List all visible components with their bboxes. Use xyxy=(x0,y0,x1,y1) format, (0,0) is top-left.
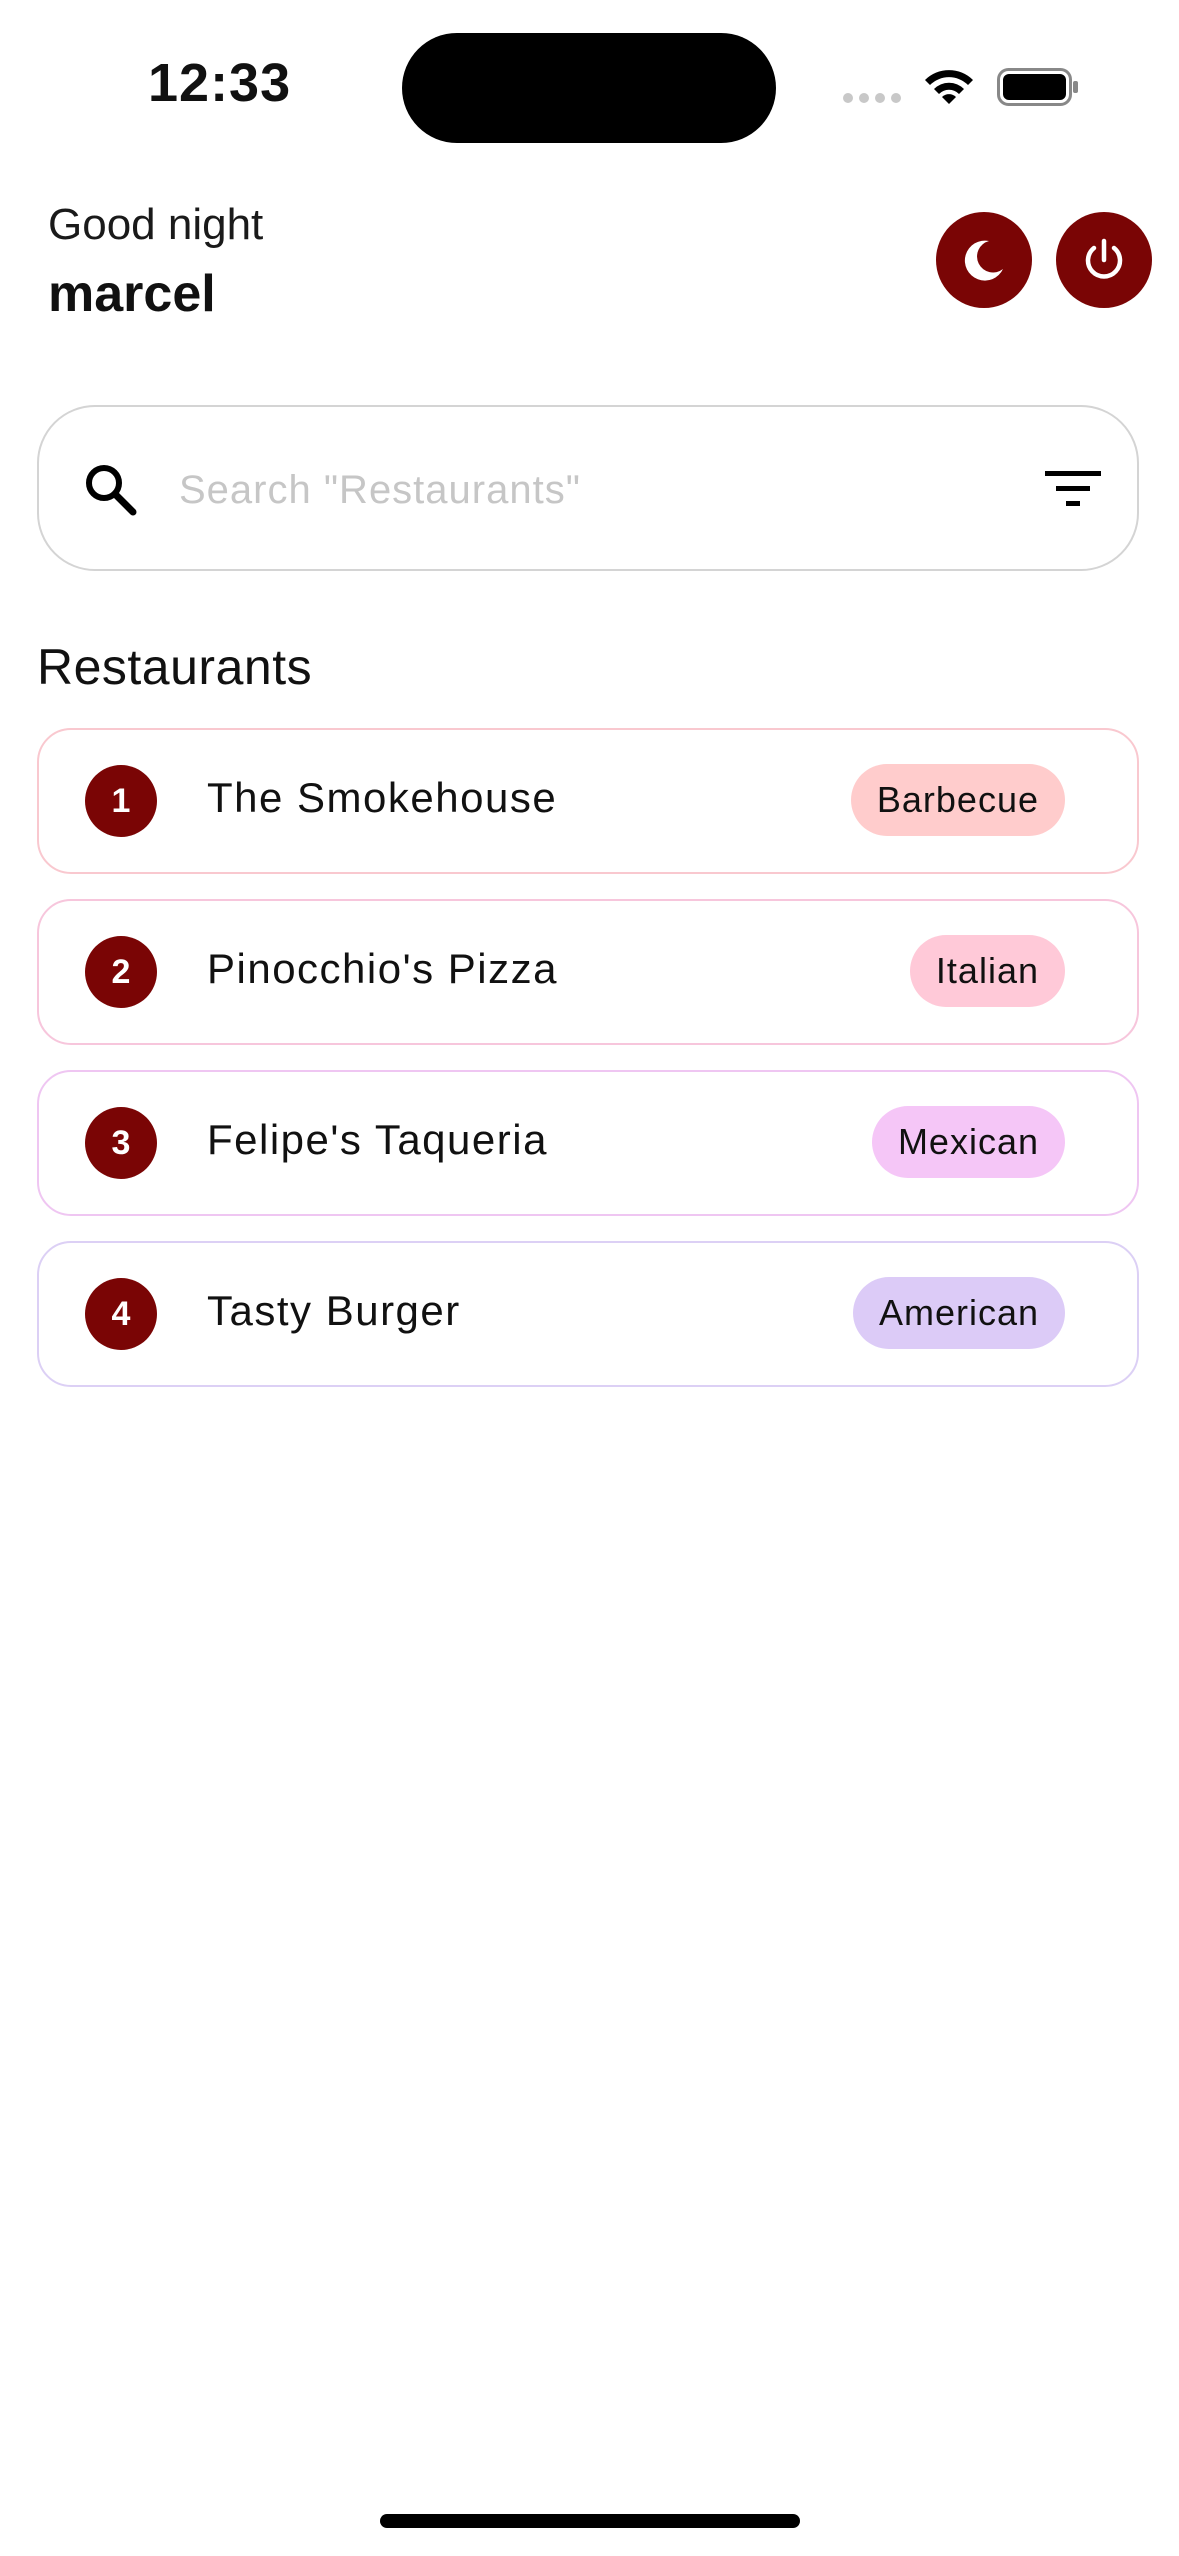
dynamic-island xyxy=(402,33,776,143)
restaurant-name: Felipe's Taqueria xyxy=(207,1116,548,1163)
cellular-signal-icon xyxy=(843,93,901,103)
restaurant-name: Pinocchio's Pizza xyxy=(207,945,558,992)
rank-badge: 3 xyxy=(85,1107,157,1179)
rank-badge: 2 xyxy=(85,936,157,1008)
power-icon xyxy=(1085,238,1123,279)
theme-toggle-button[interactable] xyxy=(936,212,1032,308)
wifi-icon xyxy=(925,70,973,104)
section-title: Restaurants xyxy=(37,639,313,695)
restaurant-card[interactable]: 3 Felipe's Taqueria Mexican xyxy=(37,1070,1139,1216)
greeting-text: Good night xyxy=(48,200,264,249)
cuisine-tag: American xyxy=(852,1277,1065,1349)
restaurant-name: The Smokehouse xyxy=(207,774,558,821)
restaurant-list: 1 The Smokehouse Barbecue 2 Pinocchio's … xyxy=(37,728,1139,1412)
moon-icon xyxy=(964,240,1003,281)
status-time: 12:33 xyxy=(148,53,292,113)
logout-button[interactable] xyxy=(1056,212,1152,308)
search-input[interactable] xyxy=(179,457,1019,523)
home-indicator[interactable] xyxy=(380,2514,800,2528)
restaurant-card[interactable]: 1 The Smokehouse Barbecue xyxy=(37,728,1139,874)
cuisine-tag: Barbecue xyxy=(850,764,1065,836)
search-bar[interactable] xyxy=(37,405,1139,571)
rank-badge: 1 xyxy=(85,765,157,837)
search-icon[interactable] xyxy=(81,460,141,520)
restaurant-card[interactable]: 4 Tasty Burger American xyxy=(37,1241,1139,1387)
battery-icon xyxy=(997,68,1078,106)
cuisine-tag: Italian xyxy=(909,935,1065,1007)
restaurant-name: Tasty Burger xyxy=(207,1287,461,1334)
username: marcel xyxy=(48,265,216,323)
filter-icon[interactable] xyxy=(1043,465,1103,513)
rank-badge: 4 xyxy=(85,1278,157,1350)
cuisine-tag: Mexican xyxy=(871,1106,1065,1178)
restaurant-card[interactable]: 2 Pinocchio's Pizza Italian xyxy=(37,899,1139,1045)
